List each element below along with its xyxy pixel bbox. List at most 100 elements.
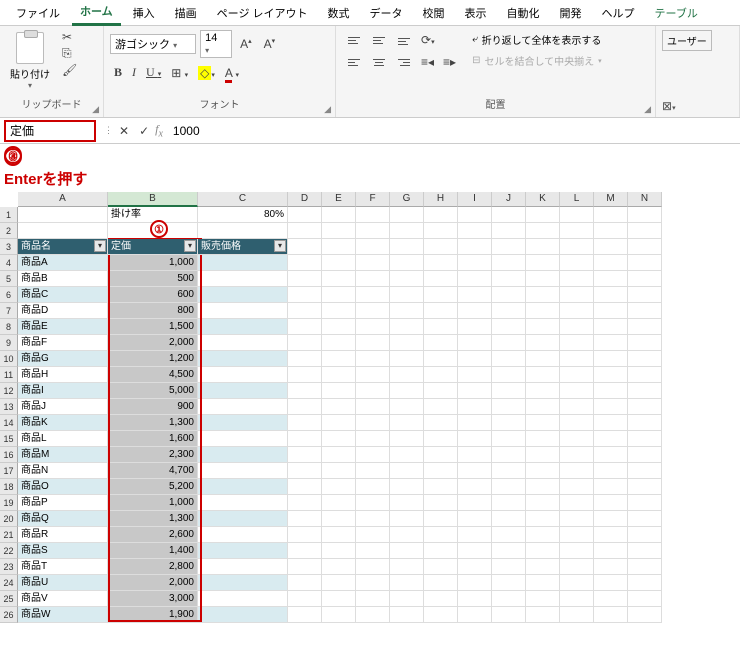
cell[interactable] — [594, 575, 628, 591]
cell[interactable] — [198, 287, 288, 303]
cell[interactable] — [594, 223, 628, 239]
wrap-text-button[interactable]: ⤶ 折り返して全体を表示する — [470, 30, 604, 49]
cell[interactable] — [492, 399, 526, 415]
cell[interactable] — [526, 559, 560, 575]
tab-テーブル[interactable]: テーブル — [647, 1, 706, 25]
cell[interactable] — [322, 463, 356, 479]
cell[interactable] — [628, 255, 662, 271]
font-size-select[interactable]: 14 ▾ — [200, 30, 232, 58]
enter-formula-button[interactable]: ✓ — [135, 121, 153, 141]
cell[interactable] — [594, 543, 628, 559]
cell[interactable] — [628, 527, 662, 543]
cell[interactable] — [356, 415, 390, 431]
cell[interactable] — [594, 271, 628, 287]
cell[interactable] — [356, 527, 390, 543]
cell[interactable] — [560, 559, 594, 575]
cell[interactable]: 商品R — [18, 527, 108, 543]
diagonal-border-icon[interactable]: ⊠▾ — [662, 99, 733, 113]
cell[interactable] — [458, 399, 492, 415]
cell[interactable] — [526, 319, 560, 335]
tab-数式[interactable]: 数式 — [320, 1, 358, 25]
cell[interactable] — [390, 495, 424, 511]
cell[interactable] — [424, 399, 458, 415]
cell[interactable] — [424, 223, 458, 239]
cell[interactable] — [390, 399, 424, 415]
cell[interactable] — [458, 367, 492, 383]
cell[interactable] — [526, 255, 560, 271]
format-painter-icon[interactable]: 🖌 — [62, 63, 77, 77]
cell[interactable] — [458, 479, 492, 495]
row-header[interactable]: 8 — [0, 319, 18, 335]
cell[interactable] — [560, 223, 594, 239]
cell[interactable] — [424, 383, 458, 399]
cell[interactable] — [356, 255, 390, 271]
cell[interactable] — [560, 335, 594, 351]
cell[interactable]: 商品C — [18, 287, 108, 303]
cell[interactable] — [560, 415, 594, 431]
cell[interactable] — [424, 511, 458, 527]
row-header[interactable]: 7 — [0, 303, 18, 319]
cell[interactable] — [322, 271, 356, 287]
cell[interactable] — [458, 287, 492, 303]
cell[interactable] — [628, 447, 662, 463]
cell[interactable] — [322, 223, 356, 239]
cell[interactable] — [526, 527, 560, 543]
cut-icon[interactable]: ✂ — [62, 30, 77, 44]
cell[interactable] — [560, 527, 594, 543]
cell[interactable] — [628, 607, 662, 623]
row-header[interactable]: 16 — [0, 447, 18, 463]
cell[interactable] — [458, 271, 492, 287]
cell[interactable] — [288, 239, 322, 255]
cell[interactable] — [594, 255, 628, 271]
cell[interactable] — [390, 239, 424, 255]
cell[interactable] — [594, 303, 628, 319]
cell[interactable] — [288, 479, 322, 495]
bold-button[interactable]: B — [110, 62, 126, 83]
align-middle-button[interactable] — [367, 30, 391, 50]
col-header-C[interactable]: C — [198, 192, 288, 207]
namebox-dropdown-icon[interactable]: ⋮ — [104, 125, 113, 136]
cell[interactable] — [492, 543, 526, 559]
cell[interactable] — [322, 495, 356, 511]
cell[interactable] — [560, 479, 594, 495]
row-header[interactable]: 4 — [0, 255, 18, 271]
cell[interactable] — [628, 383, 662, 399]
cell[interactable]: 商品W — [18, 607, 108, 623]
filter-dropdown-icon[interactable]: ▾ — [274, 240, 286, 252]
cell[interactable]: 1,300 — [108, 415, 198, 431]
cell[interactable] — [356, 607, 390, 623]
cell[interactable]: 商品Q — [18, 511, 108, 527]
cell[interactable] — [458, 207, 492, 223]
cell[interactable]: 900 — [108, 399, 198, 415]
row-header[interactable]: 15 — [0, 431, 18, 447]
cell[interactable] — [492, 447, 526, 463]
cell[interactable] — [356, 351, 390, 367]
tab-データ[interactable]: データ — [362, 1, 411, 25]
tab-自動化[interactable]: 自動化 — [499, 1, 548, 25]
cell[interactable] — [458, 591, 492, 607]
col-header-A[interactable]: A — [18, 192, 108, 207]
cell[interactable] — [628, 463, 662, 479]
cell[interactable] — [560, 463, 594, 479]
cell[interactable] — [492, 351, 526, 367]
cell[interactable]: 商品O — [18, 479, 108, 495]
cell[interactable] — [594, 511, 628, 527]
cell[interactable]: 1,400 — [108, 543, 198, 559]
cell[interactable] — [594, 463, 628, 479]
cell[interactable]: 1,000 — [108, 495, 198, 511]
cell[interactable] — [288, 319, 322, 335]
cell[interactable] — [322, 399, 356, 415]
cell[interactable] — [424, 527, 458, 543]
cell[interactable] — [594, 607, 628, 623]
cell[interactable] — [356, 431, 390, 447]
cell[interactable] — [198, 463, 288, 479]
merge-center-button[interactable]: ⊟ セルを結合して中央揃え ▾ — [470, 51, 604, 70]
cell[interactable] — [356, 495, 390, 511]
cell[interactable] — [390, 383, 424, 399]
cell[interactable] — [560, 319, 594, 335]
cell[interactable] — [390, 207, 424, 223]
cell[interactable] — [424, 319, 458, 335]
cell[interactable] — [458, 495, 492, 511]
cell[interactable] — [288, 287, 322, 303]
cell[interactable] — [560, 575, 594, 591]
